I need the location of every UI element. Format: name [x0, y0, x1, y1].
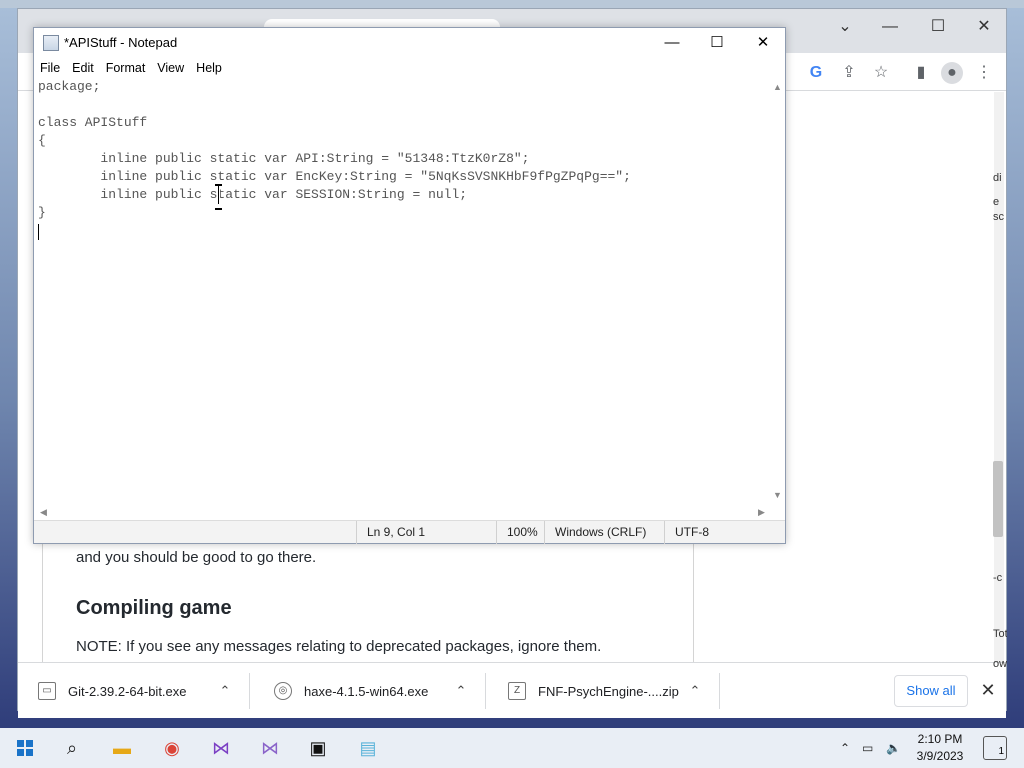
page-edge-text: sc: [993, 211, 1004, 223]
search-icon[interactable]: ⌕: [52, 732, 92, 764]
minimize-button[interactable]: —: [649, 30, 695, 56]
visual-studio-installer-icon[interactable]: ⋈: [250, 732, 290, 764]
show-hidden-icons-chevron-icon[interactable]: ⌃: [840, 728, 850, 768]
download-item[interactable]: Z FNF-PsychEngine-....zip ⌃: [488, 673, 720, 709]
download-filename: haxe-4.1.5-win64.exe: [304, 683, 429, 699]
download-bar: ▭ Git-2.39.2-64-bit.exe ⌃ ◎ haxe-4.1.5-w…: [18, 662, 1006, 718]
status-zoom: 100%: [496, 521, 546, 544]
download-item[interactable]: ◎ haxe-4.1.5-win64.exe ⌃: [254, 673, 486, 709]
menu-edit[interactable]: Edit: [66, 58, 100, 80]
taskbar: ⌕ ▬ ◉ ⋈ ⋈ ▣ ▤ ⌃ ▭ 🔈 2:10 PM 3/9/2023 1: [0, 728, 1024, 768]
code-line: inline public static var EncKey:String =…: [38, 169, 631, 184]
network-icon[interactable]: ▭: [862, 728, 873, 768]
installer-file-icon: ◎: [274, 682, 292, 700]
clock-time: 2:10 PM: [917, 732, 963, 746]
chrome-taskbar-icon[interactable]: ◉: [152, 732, 192, 764]
page-edge-text: di: [993, 172, 1002, 184]
download-item[interactable]: ▭ Git-2.39.2-64-bit.exe ⌃: [18, 673, 250, 709]
windows-start-icon[interactable]: [17, 740, 33, 756]
chevron-up-icon[interactable]: ⌃: [685, 683, 705, 699]
bookmark-star-icon[interactable]: ☆: [870, 62, 892, 84]
chrome-close-button[interactable]: ✕: [964, 15, 1004, 39]
download-filename: Git-2.39.2-64-bit.exe: [68, 683, 187, 699]
scroll-up-arrow-icon[interactable]: ▲: [770, 80, 785, 94]
chevron-up-icon[interactable]: ⌃: [215, 683, 235, 699]
chrome-menu-icon[interactable]: ⋮: [973, 62, 995, 84]
status-cursor-position: Ln 9, Col 1: [356, 521, 496, 544]
menu-bar: File Edit Format View Help: [34, 58, 785, 80]
code-line: }: [38, 205, 46, 220]
notepad-taskbar-icon[interactable]: ▤: [348, 732, 388, 764]
side-panel-icon[interactable]: ▮: [910, 62, 932, 84]
text-caret: [38, 224, 39, 240]
page-edge-text: -c: [993, 572, 1003, 584]
tab-search-chevron-icon[interactable]: ⌄: [825, 15, 865, 39]
window-title: *APIStuff - Notepad: [64, 35, 178, 50]
scroll-right-arrow-icon[interactable]: ▶: [754, 505, 769, 519]
clock-date: 3/9/2023: [916, 749, 964, 763]
close-download-bar-icon[interactable]: ✕: [978, 677, 998, 703]
menu-format[interactable]: Format: [100, 58, 152, 80]
volume-icon[interactable]: 🔈: [886, 728, 901, 768]
code-line: package;: [38, 80, 101, 94]
scroll-left-arrow-icon[interactable]: ◀: [36, 505, 51, 519]
profile-avatar-icon[interactable]: ●: [941, 62, 963, 84]
article-note: NOTE: If you see any messages relating t…: [76, 638, 602, 655]
installer-file-icon: ▭: [38, 682, 56, 700]
code-line: inline public static var API:String = "5…: [38, 151, 530, 166]
taskbar-clock[interactable]: 2:10 PM 3/9/2023: [905, 731, 975, 765]
terminal-icon[interactable]: ▣: [298, 732, 338, 764]
notification-center-icon[interactable]: 1: [983, 736, 1007, 760]
visual-studio-icon[interactable]: ⋈: [201, 732, 241, 764]
page-scrollbar-thumb[interactable]: [993, 461, 1003, 537]
text-editor-area[interactable]: package; class APIStuff { inline public …: [34, 80, 770, 504]
status-encoding: UTF-8: [664, 521, 770, 544]
code-line: {: [38, 133, 46, 148]
notepad-titlebar[interactable]: *APIStuff - Notepad — ☐ ✕: [34, 28, 785, 58]
status-line-ending: Windows (CRLF): [544, 521, 664, 544]
article-heading: Compiling game: [76, 597, 232, 619]
scroll-down-arrow-icon[interactable]: ▼: [770, 488, 785, 502]
menu-view[interactable]: View: [151, 58, 190, 80]
horizontal-scrollbar[interactable]: ◀ ▶: [34, 504, 770, 520]
article-paragraph: and you should be good to go there.: [76, 549, 317, 566]
menu-file[interactable]: File: [34, 58, 66, 80]
chrome-maximize-button[interactable]: ☐: [918, 15, 958, 39]
menu-help[interactable]: Help: [190, 58, 228, 80]
notepad-window: *APIStuff - Notepad — ☐ ✕ File Edit Form…: [33, 27, 786, 544]
page-edge-text: e: [993, 196, 1000, 208]
download-filename: FNF-PsychEngine-....zip: [538, 683, 679, 699]
google-icon[interactable]: G: [805, 62, 827, 84]
notepad-app-icon: [43, 35, 59, 51]
page-edge-text: Tot: [993, 628, 1007, 640]
file-explorer-icon[interactable]: ▬: [102, 732, 142, 764]
code-line: class APIStuff: [38, 115, 148, 130]
chevron-up-icon[interactable]: ⌃: [451, 683, 471, 699]
share-icon[interactable]: ⇪: [838, 62, 860, 84]
show-all-downloads-button[interactable]: Show all: [894, 675, 968, 707]
chrome-minimize-button[interactable]: —: [870, 15, 910, 39]
maximize-button[interactable]: ☐: [694, 30, 740, 56]
status-bar: Ln 9, Col 1 100% Windows (CRLF) UTF-8: [34, 520, 785, 544]
zip-file-icon: Z: [508, 682, 526, 700]
desktop-top-strip: [0, 0, 1024, 8]
vertical-scrollbar[interactable]: ▲ ▼: [770, 80, 785, 504]
page-edge-text: ow: [993, 658, 1007, 670]
code-line: inline public static var SESSION:String …: [38, 187, 468, 202]
ibeam-cursor-icon: [215, 184, 222, 210]
close-button[interactable]: ✕: [740, 30, 786, 56]
